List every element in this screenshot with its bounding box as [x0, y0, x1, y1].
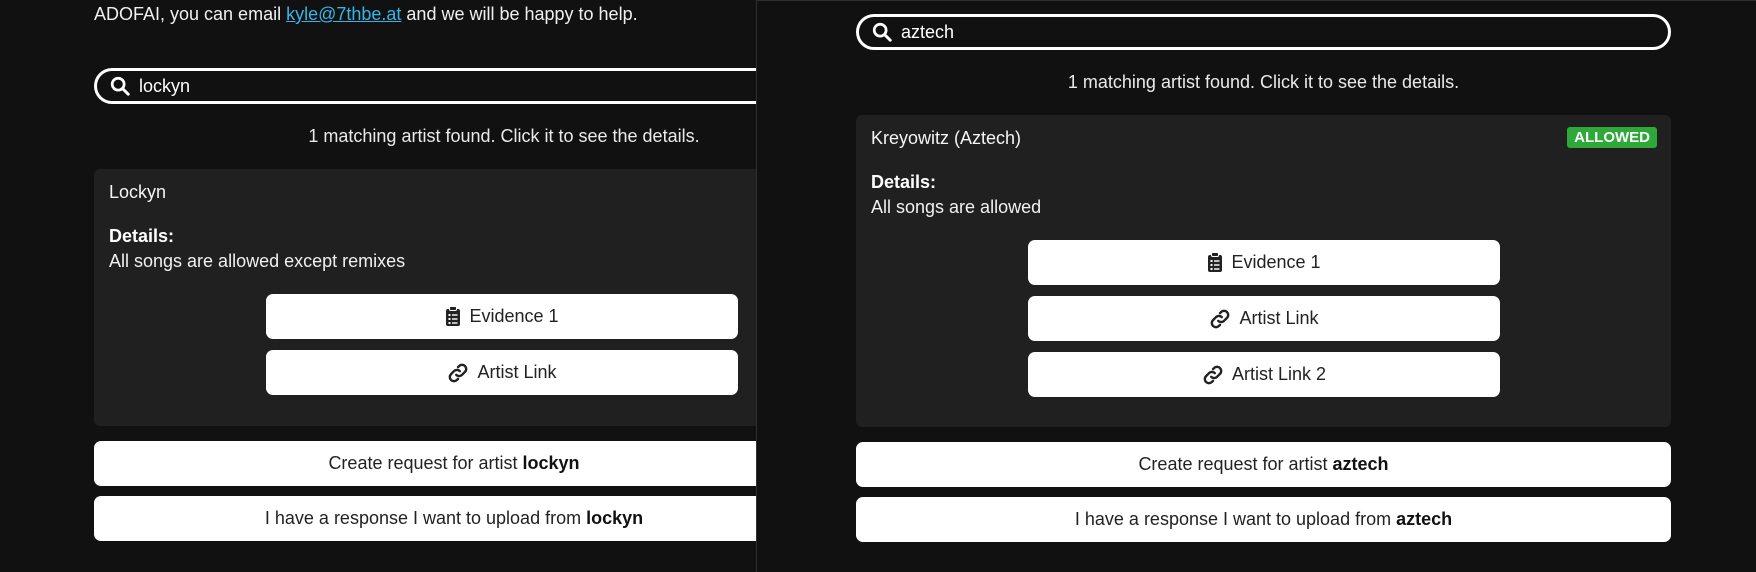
result-count: 1 matching artist found. Click it to see… — [1067, 72, 1460, 92]
result-count: 1 matching artist found. Click it to see… — [308, 126, 700, 146]
artist-link-button[interactable]: Artist Link — [266, 350, 738, 395]
details-text: All songs are allowed except remixes — [109, 251, 406, 271]
contact-suffix: and we will be happy to help. — [401, 4, 638, 24]
details-label: Details: — [871, 172, 937, 192]
create-request-artist: aztech — [1332, 454, 1389, 474]
link-icon — [1211, 309, 1230, 328]
artist-link-button[interactable]: Artist Link — [1028, 296, 1500, 341]
artist-search-box[interactable] — [856, 14, 1671, 50]
create-request-button[interactable]: Create request for artist lockyn — [94, 441, 756, 486]
clipboard-icon — [446, 306, 461, 326]
artist-search-box[interactable] — [94, 68, 756, 104]
upload-response-artist: aztech — [1396, 509, 1453, 529]
upload-response-label: I have a response I want to upload from — [1074, 509, 1392, 529]
upload-response-button[interactable]: I have a response I want to upload from l… — [94, 496, 756, 541]
artist-name: Lockyn — [109, 182, 167, 202]
link-icon — [1203, 365, 1223, 384]
upload-response-button[interactable]: I have a response I want to upload from a… — [856, 497, 1671, 542]
create-request-label: Create request for artist — [1138, 454, 1328, 474]
details-text: All songs are allowed — [871, 197, 1042, 217]
contact-text: ADOFAI, you can email kyle@7thbe.at and … — [94, 4, 638, 25]
evidence-button[interactable]: Evidence 1 — [266, 294, 738, 339]
create-request-label: Create request for artist — [328, 453, 518, 473]
artist-link-label: Artist Link — [1239, 308, 1319, 328]
create-request-button[interactable]: Create request for artist aztech — [856, 442, 1671, 487]
evidence-label: Evidence 1 — [1231, 252, 1321, 272]
search-icon — [110, 76, 130, 96]
status-badge: ALLOWED — [1567, 127, 1657, 148]
upload-response-artist: lockyn — [586, 508, 644, 528]
evidence-button[interactable]: Evidence 1 — [1028, 240, 1500, 285]
create-request-artist: lockyn — [522, 453, 580, 473]
search-input[interactable] — [901, 21, 1601, 43]
artist-card[interactable]: Lockyn Details: All songs are allowed ex… — [94, 169, 756, 426]
artist-link-2-button[interactable]: Artist Link 2 — [1028, 352, 1500, 397]
artist-name: Kreyowitz (Aztech) — [871, 128, 1022, 148]
link-icon — [449, 363, 468, 382]
right-pane: 1 matching artist found. Click it to see… — [756, 0, 1756, 572]
artist-card[interactable]: Kreyowitz (Aztech) ALLOWED Details: All … — [856, 115, 1671, 427]
artist-link-2-label: Artist Link 2 — [1231, 364, 1327, 384]
search-icon — [872, 22, 892, 42]
upload-response-label: I have a response I want to upload from — [264, 508, 582, 528]
details-label: Details: — [109, 226, 175, 246]
evidence-label: Evidence 1 — [469, 306, 559, 326]
contact-prefix: ADOFAI, you can email — [94, 4, 287, 24]
left-pane: ADOFAI, you can email kyle@7thbe.at and … — [0, 0, 756, 572]
clipboard-icon — [1208, 252, 1223, 272]
screenshot-stage: ADOFAI, you can email kyle@7thbe.at and … — [0, 0, 1756, 572]
artist-link-label: Artist Link — [477, 362, 557, 382]
email-link[interactable]: kyle@7thbe.at — [286, 4, 401, 24]
search-input[interactable] — [139, 75, 756, 97]
